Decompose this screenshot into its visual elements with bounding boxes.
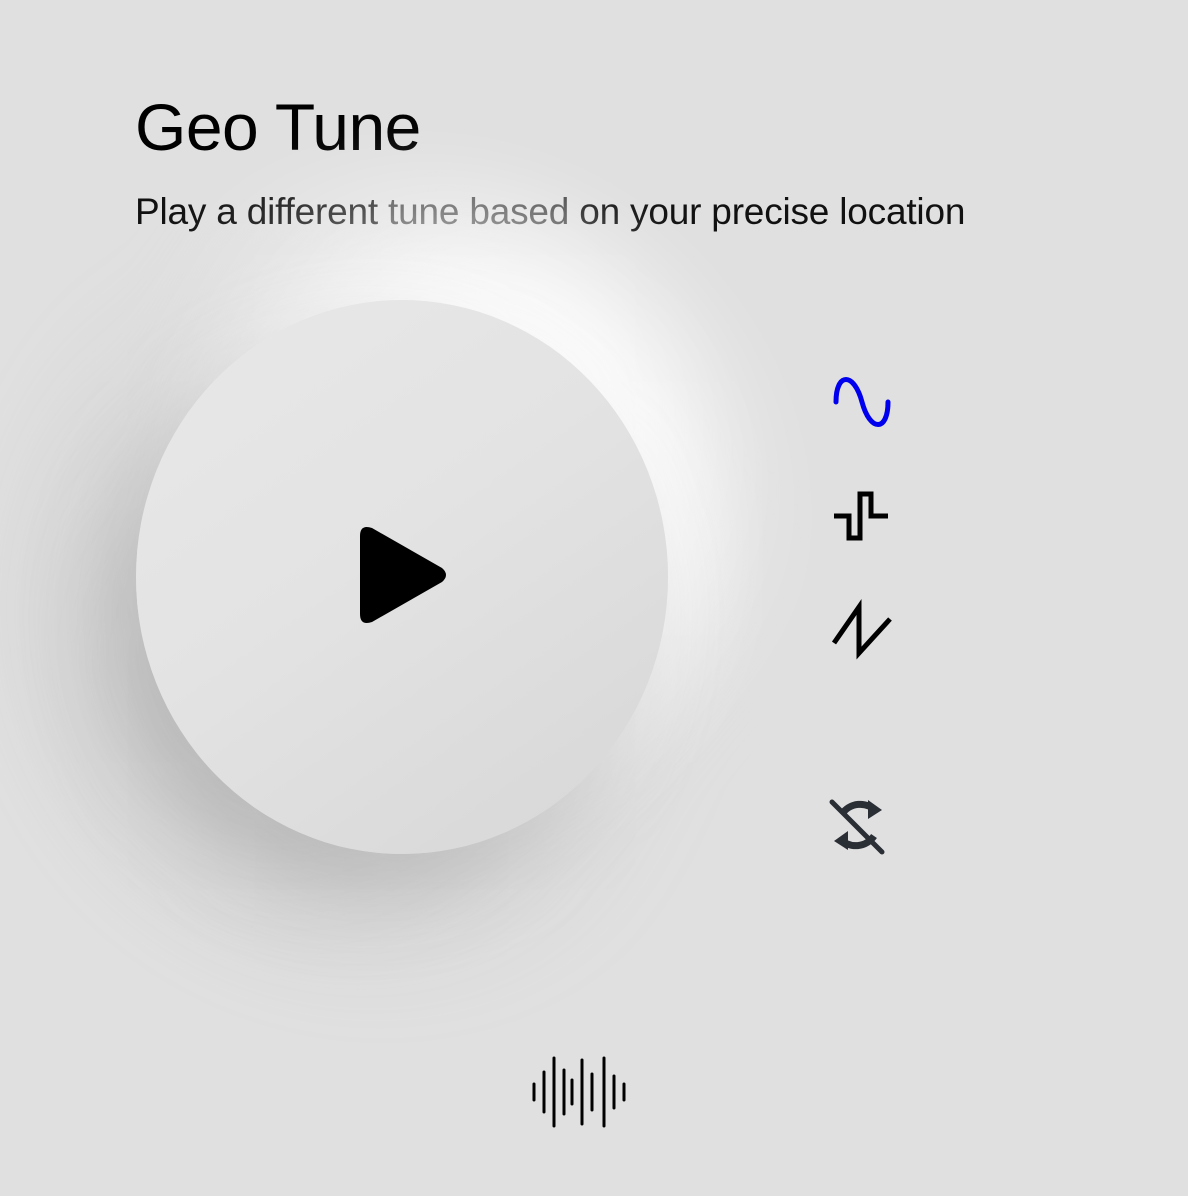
square-wave-button[interactable] <box>826 482 898 550</box>
sine-wave-button[interactable] <box>826 368 898 436</box>
page-subtitle: Play a different tune based on your prec… <box>135 190 965 234</box>
subtitle-text-part1: Play a different <box>135 191 389 232</box>
repeat-off-icon <box>829 799 885 855</box>
page-title: Geo Tune <box>135 90 421 164</box>
loop-toggle-button[interactable] <box>822 790 894 860</box>
sine-wave-icon <box>833 377 891 427</box>
square-wave-icon <box>834 491 888 541</box>
subtitle-text-part3: on your precise location <box>569 191 966 232</box>
play-button[interactable] <box>136 300 668 854</box>
sawtooth-wave-button[interactable] <box>826 597 898 665</box>
audio-waveform-icon <box>532 1056 626 1128</box>
sawtooth-wave-icon <box>831 599 892 660</box>
app-root: Geo Tune Play a different tune based on … <box>0 0 1188 1196</box>
subtitle-text-part2: tune based <box>388 191 570 232</box>
